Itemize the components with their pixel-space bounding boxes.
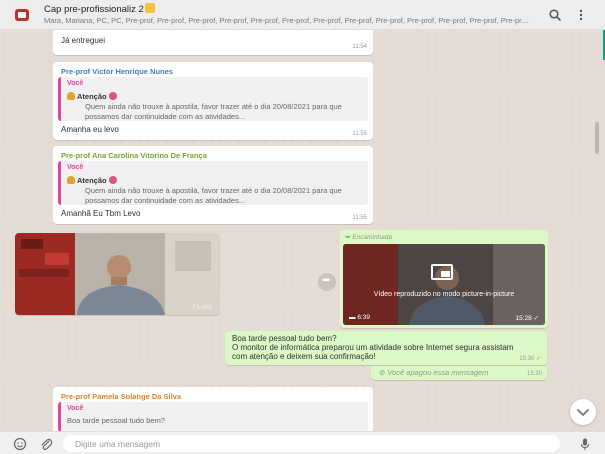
video-duration: ▬ 6:39 <box>349 314 370 321</box>
attach-icon[interactable] <box>39 437 53 451</box>
video-message[interactable]: ➥ Encaminhada Vídeo reproduzido no modo … <box>340 230 548 328</box>
composer-bar <box>0 431 605 454</box>
message-text: Amanha eu levo <box>61 125 119 134</box>
message-time: 11:55 <box>352 131 367 137</box>
message-bubble[interactable]: Pre-prof Victor Henrique Nunes Você Aten… <box>53 62 373 140</box>
quoted-message[interactable]: Você Boa tarde pessoal tudo bem? <box>58 402 368 431</box>
avatar-image-detail <box>18 12 26 18</box>
chat-scrollbar[interactable] <box>595 122 599 154</box>
forwarded-label-text: Encaminhada <box>352 234 392 241</box>
emoji-icon <box>145 3 155 13</box>
quote-line: Quem ainda não trouxe à apostila, favor … <box>85 102 342 111</box>
bell-emoji-icon <box>67 92 75 100</box>
group-title-text: Cap pre-profissionaliz 2 <box>44 4 144 15</box>
pip-status-text: Vídeo reproduzido no modo picture-in-pic… <box>343 291 545 298</box>
microphone-icon[interactable] <box>578 437 592 451</box>
emoji-icon <box>109 92 117 100</box>
message-text: Boa tarde pessoal tudo bem? <box>232 334 337 343</box>
message-bubble[interactable]: Pre-prof Pamela Solange Da Silva Você Bo… <box>53 387 373 431</box>
quote-author: Você <box>67 164 83 171</box>
quote-heading-text: Atenção <box>77 92 107 101</box>
quoted-message[interactable]: Você Atenção Quem ainda não trouxe à apo… <box>58 77 368 121</box>
video-thumbnail <box>343 244 545 325</box>
video-time: 15:28 ✓ <box>515 314 539 322</box>
scroll-to-bottom-button[interactable] <box>570 399 596 425</box>
forward-button[interactable]: ➦ <box>318 273 336 291</box>
forward-icon: ➦ <box>322 275 330 286</box>
quote-line: Quem ainda não trouxe à apostila, favor … <box>85 186 342 195</box>
image-message[interactable]: FILMIX <box>15 233 220 315</box>
deleted-message-label: ⊘ Você apagou essa mensagem <box>379 368 488 377</box>
message-time-text: 15:30 <box>519 356 534 362</box>
bell-emoji-icon <box>67 176 75 184</box>
message-text: O monitor de informática preparou um ati… <box>232 343 513 352</box>
emoji-icon <box>109 176 117 184</box>
chevron-down-icon <box>570 399 596 425</box>
forwarded-label: ➥ Encaminhada <box>345 233 392 241</box>
picture-in-picture-icon[interactable] <box>431 264 453 280</box>
quote-heading-text: Atenção <box>77 176 107 185</box>
quote-author: Você <box>67 405 83 412</box>
quote-line: possamos dar continuidade com as ativida… <box>85 196 245 205</box>
group-avatar[interactable] <box>12 5 32 25</box>
video-player[interactable]: Vídeo reproduzido no modo picture-in-pic… <box>343 244 545 325</box>
quote-heading: Atenção <box>67 176 117 185</box>
search-icon[interactable] <box>548 8 562 22</box>
deleted-message-text: Você apagou essa mensagem <box>387 368 488 377</box>
message-sender[interactable]: Pre-prof Ana Carolina Vitorino De França <box>61 151 207 160</box>
message-sender[interactable]: Pre-prof Pamela Solange Da Silva <box>61 392 181 401</box>
chat-header[interactable]: Cap pre-profissionaliz 2 Mara, Mariana, … <box>0 0 605 30</box>
quote-heading: Atenção <box>67 92 117 101</box>
message-time: 11:54 <box>352 44 367 50</box>
video-duration-text: 6:39 <box>357 314 370 321</box>
message-bubble[interactable]: Já entreguei 11:54 <box>53 30 373 55</box>
photo-image <box>15 233 220 315</box>
message-time: 11:55 <box>352 215 367 221</box>
message-input[interactable] <box>63 435 560 452</box>
message-sender[interactable]: Pre-prof Victor Henrique Nunes <box>61 67 173 76</box>
message-text: com atenção e deixem sua confirmação! <box>232 352 376 361</box>
picture-in-picture-icon-inner <box>441 271 450 277</box>
message-time: 15:30 <box>527 371 542 377</box>
message-time: 15:30 ✓ <box>519 355 541 362</box>
video-time-text: 15:28 <box>515 315 531 322</box>
quote-line: Boa tarde pessoal tudo bem? <box>67 416 165 425</box>
quote-line: possamos dar continuidade com as ativida… <box>85 112 245 121</box>
message-text: Amanhã Eu Tbm Levo <box>61 209 140 218</box>
deleted-message[interactable]: ⊘ Você apagou essa mensagem 15:30 <box>371 366 547 380</box>
group-participants: Mara, Mariana, PC, PC, Pre-prof, Pre-pro… <box>44 16 532 25</box>
quoted-message[interactable]: Você Atenção Quem ainda não trouxe à apo… <box>58 161 368 205</box>
menu-icon[interactable] <box>574 8 588 22</box>
message-bubble[interactable]: Pre-prof Ana Carolina Vitorino De França… <box>53 146 373 224</box>
chat-panel[interactable]: Já entreguei 11:54 Pre-prof Victor Henri… <box>0 30 605 431</box>
quote-author: Você <box>67 80 83 87</box>
emoji-picker-icon[interactable] <box>13 437 27 451</box>
outgoing-message[interactable]: Boa tarde pessoal tudo bem? O monitor de… <box>225 331 547 365</box>
message-text: Já entreguei <box>61 36 105 45</box>
group-title[interactable]: Cap pre-profissionaliz 2 <box>44 3 155 15</box>
photo-watermark: FILMIX <box>193 305 212 311</box>
